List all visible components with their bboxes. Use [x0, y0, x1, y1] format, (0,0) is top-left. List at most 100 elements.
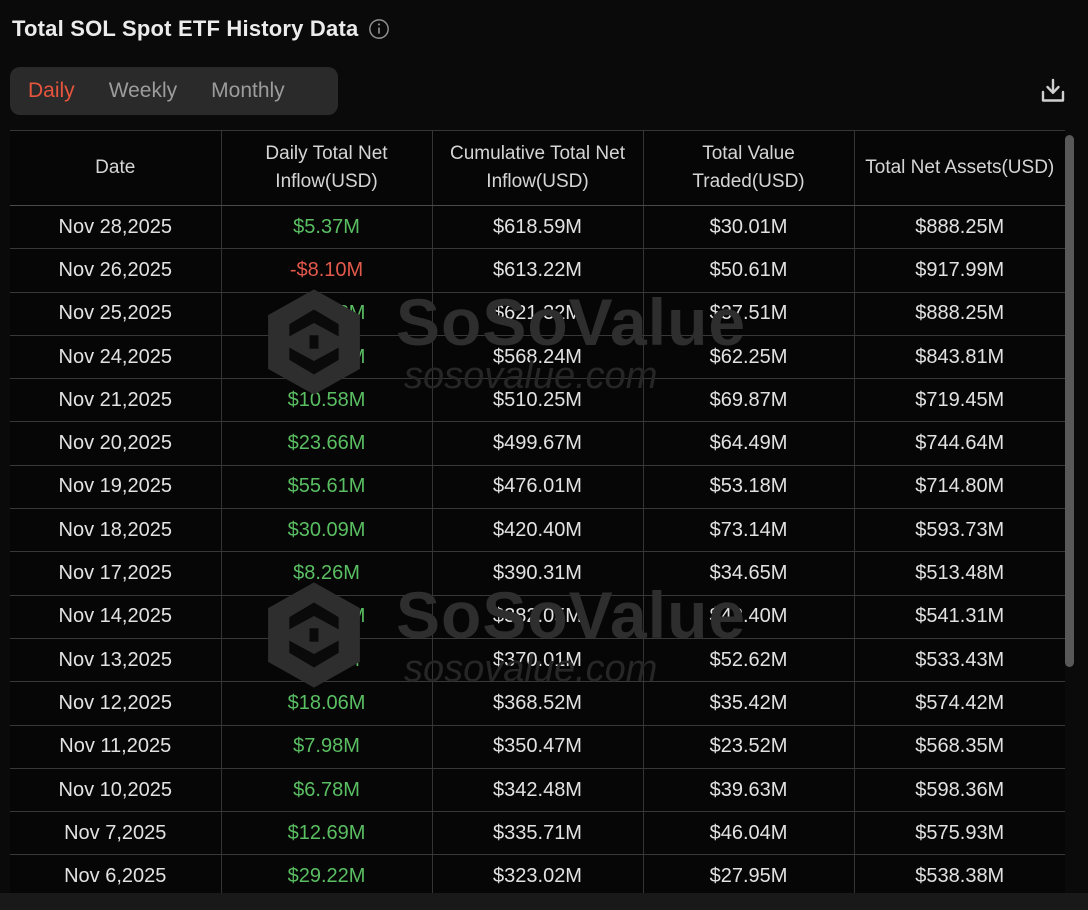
- table-row: Nov 7,2025 $12.69M $335.71M $46.04M $575…: [10, 811, 1065, 856]
- cell-total-value-traded: $37.51M: [643, 292, 855, 336]
- download-button[interactable]: [1038, 76, 1068, 106]
- cell-total-value-traded: $53.18M: [643, 465, 855, 510]
- cell-total-net-assets: $714.80M: [854, 465, 1065, 510]
- table-row: Nov 24,2025 $57.99M $568.24M $62.25M $84…: [10, 335, 1065, 380]
- cell-total-net-assets: $719.45M: [854, 378, 1065, 423]
- cell-date: Nov 7,2025: [10, 811, 222, 856]
- table-row: Nov 21,2025 $10.58M $510.25M $69.87M $71…: [10, 378, 1065, 423]
- col-header-daily: Daily Total Net Inflow(USD): [221, 131, 433, 206]
- col-header-traded: Total Value Traded(USD): [643, 131, 855, 206]
- table-row: Nov 12,2025 $18.06M $368.52M $35.42M $57…: [10, 681, 1065, 726]
- cell-daily-net-inflow: $5.37M: [221, 205, 433, 250]
- cell-total-value-traded: $23.52M: [643, 725, 855, 769]
- tab-monthly[interactable]: Monthly: [211, 79, 285, 103]
- cell-total-net-assets: $575.93M: [854, 811, 1065, 856]
- table-row: Nov 10,2025 $6.78M $342.48M $39.63M $598…: [10, 768, 1065, 813]
- cell-total-net-assets: $513.48M: [854, 551, 1065, 596]
- table-row: Nov 17,2025 $8.26M $390.31M $34.65M $513…: [10, 551, 1065, 596]
- cell-cumulative-net-inflow: $618.59M: [432, 205, 644, 250]
- cell-cumulative-net-inflow: $342.48M: [432, 768, 644, 813]
- cell-total-net-assets: $888.25M: [854, 292, 1065, 336]
- cell-daily-net-inflow: $53.08M: [221, 292, 433, 336]
- table-row: Nov 19,2025 $55.61M $476.01M $53.18M $71…: [10, 465, 1065, 510]
- table-row: Nov 26,2025 -$8.10M $613.22M $50.61M $91…: [10, 248, 1065, 293]
- history-table: Date Daily Total Net Inflow(USD) Cumulat…: [10, 131, 1065, 894]
- cell-total-value-traded: $73.14M: [643, 508, 855, 553]
- cell-cumulative-net-inflow: $390.31M: [432, 551, 644, 596]
- cell-cumulative-net-inflow: $368.52M: [432, 681, 644, 726]
- cell-total-net-assets: $574.42M: [854, 681, 1065, 726]
- cell-total-net-assets: $598.36M: [854, 768, 1065, 813]
- cell-cumulative-net-inflow: $621.32M: [432, 292, 644, 336]
- col-header-cumulative: Cumulative Total Net Inflow(USD): [432, 131, 644, 206]
- table-row: Nov 13,2025 $1.49M $370.01M $52.62M $533…: [10, 638, 1065, 683]
- info-circle-icon[interactable]: [368, 18, 390, 40]
- cell-total-net-assets: $888.25M: [854, 205, 1065, 250]
- table-row: Nov 14,2025 $12.04M $382.05M $42.40M $54…: [10, 595, 1065, 639]
- cell-cumulative-net-inflow: $370.01M: [432, 638, 644, 683]
- cell-date: Nov 12,2025: [10, 681, 222, 726]
- cell-total-net-assets: $593.73M: [854, 508, 1065, 553]
- cell-total-value-traded: $30.01M: [643, 205, 855, 250]
- cell-total-value-traded: $69.87M: [643, 378, 855, 423]
- cell-daily-net-inflow: $6.78M: [221, 768, 433, 813]
- cell-total-net-assets: $538.38M: [854, 854, 1065, 894]
- cell-daily-net-inflow: $10.58M: [221, 378, 433, 423]
- cell-date: Nov 6,2025: [10, 854, 222, 894]
- table-row: Nov 6,2025 $29.22M $323.02M $27.95M $538…: [10, 854, 1065, 894]
- table-row: Nov 28,2025 $5.37M $618.59M $30.01M $888…: [10, 205, 1065, 250]
- cell-total-net-assets: $917.99M: [854, 248, 1065, 293]
- cell-cumulative-net-inflow: $568.24M: [432, 335, 644, 380]
- cell-total-net-assets: $533.43M: [854, 638, 1065, 683]
- cell-daily-net-inflow: $7.98M: [221, 725, 433, 769]
- table-row: Nov 18,2025 $30.09M $420.40M $73.14M $59…: [10, 508, 1065, 553]
- page-title: Total SOL Spot ETF History Data: [12, 16, 359, 41]
- cell-daily-net-inflow: $23.66M: [221, 421, 433, 466]
- table-header-row: Date Daily Total Net Inflow(USD) Cumulat…: [10, 131, 1065, 206]
- cell-date: Nov 19,2025: [10, 465, 222, 510]
- cell-cumulative-net-inflow: $350.47M: [432, 725, 644, 769]
- cell-daily-net-inflow: $30.09M: [221, 508, 433, 553]
- cell-cumulative-net-inflow: $323.02M: [432, 854, 644, 894]
- cell-total-value-traded: $46.04M: [643, 811, 855, 856]
- cell-total-value-traded: $64.49M: [643, 421, 855, 466]
- cell-total-value-traded: $42.40M: [643, 595, 855, 639]
- title-row: Total SOL Spot ETF History Data: [12, 16, 390, 42]
- cell-date: Nov 11,2025: [10, 725, 222, 769]
- horizontal-scroll-track[interactable]: [0, 893, 1088, 910]
- cell-total-value-traded: $35.42M: [643, 681, 855, 726]
- cell-date: Nov 26,2025: [10, 248, 222, 293]
- cell-daily-net-inflow: -$8.10M: [221, 248, 433, 293]
- download-icon: [1041, 78, 1065, 102]
- table-row: Nov 20,2025 $23.66M $499.67M $64.49M $74…: [10, 421, 1065, 466]
- cell-date: Nov 10,2025: [10, 768, 222, 813]
- table-row: Nov 11,2025 $7.98M $350.47M $23.52M $568…: [10, 725, 1065, 769]
- cell-date: Nov 17,2025: [10, 551, 222, 596]
- vertical-scrollbar[interactable]: [1065, 135, 1074, 667]
- cell-total-value-traded: $39.63M: [643, 768, 855, 813]
- etf-history-panel: Total SOL Spot ETF History Data Daily We…: [0, 0, 1088, 910]
- cell-date: Nov 21,2025: [10, 378, 222, 423]
- cell-cumulative-net-inflow: $499.67M: [432, 421, 644, 466]
- cell-date: Nov 13,2025: [10, 638, 222, 683]
- cell-date: Nov 14,2025: [10, 595, 222, 639]
- cell-total-net-assets: $568.35M: [854, 725, 1065, 769]
- cell-daily-net-inflow: $18.06M: [221, 681, 433, 726]
- tab-daily[interactable]: Daily: [28, 79, 75, 103]
- tab-weekly[interactable]: Weekly: [109, 79, 177, 103]
- cell-cumulative-net-inflow: $335.71M: [432, 811, 644, 856]
- cell-daily-net-inflow: $29.22M: [221, 854, 433, 894]
- period-tabs: Daily Weekly Monthly: [10, 67, 338, 115]
- cell-daily-net-inflow: $1.49M: [221, 638, 433, 683]
- cell-cumulative-net-inflow: $613.22M: [432, 248, 644, 293]
- cell-daily-net-inflow: $55.61M: [221, 465, 433, 510]
- cell-cumulative-net-inflow: $476.01M: [432, 465, 644, 510]
- table-row: Nov 25,2025 $53.08M $621.32M $37.51M $88…: [10, 292, 1065, 336]
- cell-cumulative-net-inflow: $382.05M: [432, 595, 644, 639]
- cell-total-value-traded: $62.25M: [643, 335, 855, 380]
- cell-total-value-traded: $34.65M: [643, 551, 855, 596]
- cell-total-net-assets: $744.64M: [854, 421, 1065, 466]
- cell-daily-net-inflow: $12.04M: [221, 595, 433, 639]
- cell-date: Nov 20,2025: [10, 421, 222, 466]
- cell-total-value-traded: $52.62M: [643, 638, 855, 683]
